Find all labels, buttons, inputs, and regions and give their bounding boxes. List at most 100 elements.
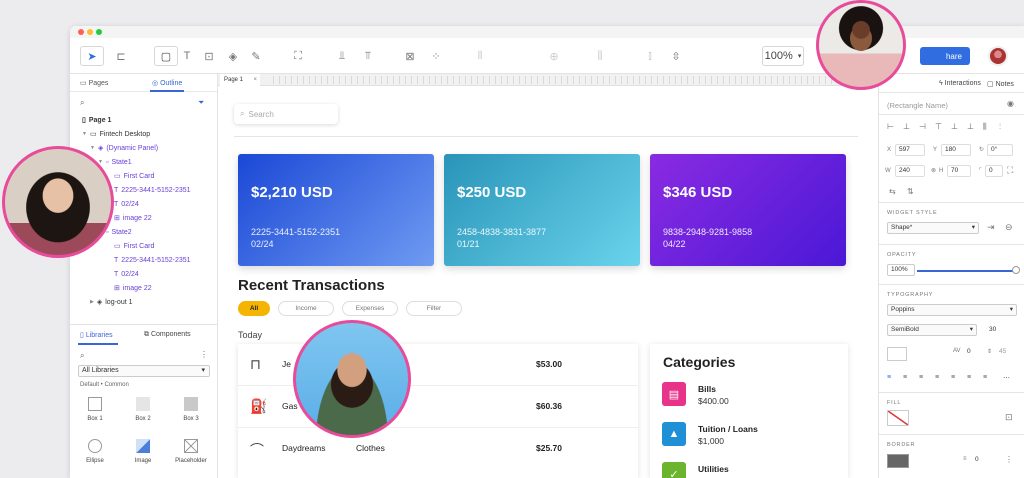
widget-name-field[interactable]: (Rectangle Name) — [887, 101, 948, 110]
balance-card[interactable]: $2,210 USD 2225-3441-5152-2351 02/24 — [238, 154, 434, 266]
lock-icon[interactable]: ⊗ — [931, 167, 936, 174]
align-left-icon[interactable]: ⊢ — [887, 122, 894, 131]
library-item-box3[interactable]: Box 3 — [171, 397, 211, 422]
flip-vertical-icon[interactable]: ⇅ — [907, 187, 914, 196]
tree-item-first-card[interactable]: ▭ First Card — [114, 170, 154, 182]
library-item-box2[interactable]: Box 2 — [123, 397, 163, 422]
flip-horizontal-icon[interactable]: ⇆ — [889, 187, 896, 196]
align-middle-button[interactable]: ⫼ — [592, 46, 608, 66]
width-field[interactable]: 240 — [895, 165, 925, 177]
tree-item-image[interactable]: ⊞ image 22 — [114, 212, 152, 224]
layers-tool-button[interactable]: ◈ — [222, 46, 244, 66]
align-bottom-icon[interactable]: ⊥ — [967, 122, 974, 131]
tab-notes[interactable]: ▢ Notes — [987, 80, 1014, 88]
tree-item-state1[interactable]: ▼ ▫ State1 — [98, 156, 132, 168]
tree-item-log-out[interactable]: ▶ ◈ log-out 1 — [90, 296, 133, 308]
align-bottom-button[interactable]: ⫫ — [334, 46, 350, 66]
library-item-box1[interactable]: Box 1 — [75, 397, 115, 422]
widget-style-select[interactable]: Shape* ▾ — [887, 222, 979, 234]
x-field[interactable]: 597 — [895, 144, 925, 156]
spacing-button[interactable]: ⇳ — [668, 46, 684, 66]
rectangle-tool-button[interactable]: ▢ — [154, 46, 178, 66]
ungroup-button[interactable]: ⁘ — [428, 46, 444, 66]
y-field[interactable]: 180 — [941, 144, 971, 156]
eye-icon[interactable]: ◉ — [1007, 99, 1014, 108]
search-icon[interactable]: ⌕ — [80, 98, 84, 108]
library-item-image[interactable]: Image — [123, 439, 163, 464]
library-item-ellipse[interactable]: Ellipse — [75, 439, 115, 464]
more-horizontal-icon[interactable]: ⋯ — [1003, 374, 1010, 382]
category-item[interactable]: ▲ Tuition / Loans $1,000 — [662, 422, 842, 452]
align-right-button[interactable]: ⫾ — [642, 46, 658, 66]
filter-chip-income[interactable]: Income — [278, 301, 334, 316]
opacity-slider-handle[interactable] — [1012, 266, 1020, 274]
tab-outline[interactable]: ◎ Outline — [152, 79, 182, 87]
tree-item-page[interactable]: ▯ Page 1 — [82, 114, 111, 126]
filter-chip-filter[interactable]: Filter — [406, 301, 462, 316]
user-avatar[interactable] — [988, 46, 1008, 66]
text-middle-icon[interactable]: ≡ — [967, 374, 971, 381]
library-select[interactable]: All Libraries ▾ — [78, 365, 210, 377]
category-item[interactable]: ▤ Bills $400.00 — [662, 382, 842, 412]
opacity-field[interactable]: 100% — [887, 264, 915, 276]
distribute-button[interactable]: ⊠ — [402, 46, 418, 66]
fill-color-swatch[interactable] — [887, 410, 909, 426]
distribute-h-icon[interactable]: ⫼ — [983, 122, 987, 132]
tab-libraries[interactable]: ▯ Libraries — [80, 331, 113, 339]
filter-chip-expenses[interactable]: Expenses — [342, 301, 398, 316]
tree-item-first-card[interactable]: ▭ First Card — [114, 240, 154, 252]
letter-spacing-field[interactable]: 0 — [963, 346, 981, 358]
align-top-icon[interactable]: ⊤ — [935, 122, 942, 131]
tree-item-fintech-desktop[interactable]: ▼ ▭ Fintech Desktop — [82, 128, 150, 140]
align-middle-icon[interactable]: ⊥ — [951, 122, 958, 131]
align-right-icon[interactable]: ⊣ — [919, 122, 926, 131]
tree-item-image[interactable]: ⊞ image 22 — [114, 282, 152, 294]
rotation-field[interactable]: 0° — [987, 144, 1013, 156]
height-field[interactable]: 70 — [947, 165, 971, 177]
text-justify-icon[interactable]: ≡ — [935, 374, 939, 381]
table-row[interactable]: ⌒ Daydreams Clothes $25.70 — [238, 428, 638, 470]
font-size-field[interactable]: 30 — [985, 324, 1017, 336]
close-icon[interactable]: × — [253, 74, 257, 86]
close-window-dot[interactable] — [78, 29, 84, 35]
category-item[interactable]: ✓ Utilities — [662, 462, 842, 478]
align-top-button[interactable]: ⫪ — [360, 46, 376, 66]
align-center-icon[interactable]: ⊥ — [903, 122, 910, 131]
tree-item-expiry[interactable]: T 02/24 — [114, 268, 139, 280]
tab-interactions[interactable]: ϟ Interactions — [939, 80, 981, 87]
opacity-slider-track[interactable] — [917, 270, 1017, 272]
text-align-left-icon[interactable]: ≡ — [887, 374, 891, 381]
tab-components[interactable]: ⧉ Components — [144, 331, 191, 339]
filter-icon[interactable]: ⏷ — [198, 98, 204, 108]
fill-image-icon[interactable]: ⊡ — [1005, 412, 1013, 423]
text-tool-button[interactable]: T — [180, 46, 194, 66]
fit-icon[interactable]: ⛶ — [1007, 165, 1013, 176]
apply-style-icon[interactable]: ⇥ — [987, 222, 995, 233]
text-align-center-icon[interactable]: ≡ — [903, 374, 907, 381]
tree-item-expiry[interactable]: T 02/24 — [114, 198, 139, 210]
pen-tool-button[interactable]: ✎ — [248, 46, 264, 66]
select-tool-button[interactable]: ➤ — [80, 46, 104, 66]
group-button[interactable]: ⛶ — [290, 46, 306, 66]
share-button[interactable]: hare — [920, 47, 970, 65]
text-bottom-icon[interactable]: ≡ — [983, 374, 987, 381]
tab-pages[interactable]: ▭ Pages — [80, 79, 108, 87]
tree-item-card-number[interactable]: T 2225-3441-5152-2351 — [114, 254, 191, 266]
corner-radius-field[interactable]: 0 — [985, 165, 1003, 177]
font-family-select[interactable]: Poppins ▾ — [887, 304, 1017, 316]
tree-item-card-number[interactable]: T 2225-3441-5152-2351 — [114, 184, 191, 196]
maximize-window-dot[interactable] — [96, 29, 102, 35]
connector-tool-button[interactable]: ⊏ — [112, 46, 130, 66]
line-height-field[interactable]: 45 — [995, 346, 1017, 358]
tree-item-dynamic-panel[interactable]: ▼ ◈ (Dynamic Panel) — [90, 142, 158, 154]
search-icon[interactable]: ⌕ — [80, 351, 84, 361]
text-color-swatch[interactable] — [887, 347, 907, 361]
filter-chip-all[interactable]: All — [238, 301, 270, 316]
text-top-icon[interactable]: ≡ — [951, 374, 955, 381]
tab-page-1[interactable]: Page 1 × — [220, 74, 260, 86]
zoom-select[interactable]: 100% ▾ — [762, 46, 804, 66]
balance-card[interactable]: $250 USD 2458-4838-3831-3877 01/21 — [444, 154, 640, 266]
more-vertical-icon[interactable]: ⋮ — [1005, 455, 1013, 464]
style-link-icon[interactable]: ⊖ — [1005, 222, 1013, 233]
minimize-window-dot[interactable] — [87, 29, 93, 35]
